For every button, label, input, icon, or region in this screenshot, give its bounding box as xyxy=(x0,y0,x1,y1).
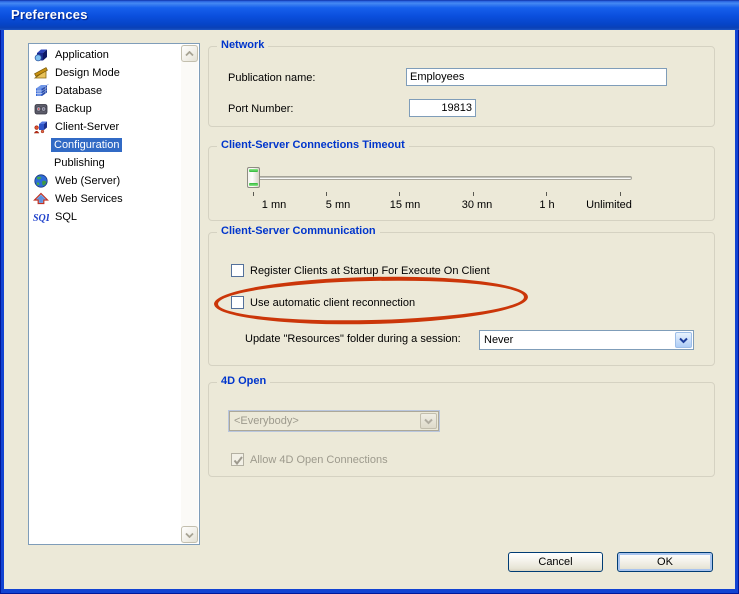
network-group: Network Publication name: Port Number: xyxy=(208,46,715,127)
chevron-down-icon xyxy=(679,337,688,344)
tree-item-web-services[interactable]: Web Services xyxy=(29,190,181,208)
tree-item-client-server[interactable]: Client-Server xyxy=(29,118,181,136)
chevron-up-icon xyxy=(185,51,194,57)
everybody-select-value: <Everybody> xyxy=(230,415,419,427)
tree-item-publishing[interactable]: Publishing xyxy=(29,154,181,172)
tick-label-1h: 1 h xyxy=(539,199,554,211)
4d-open-group: 4D Open <Everybody> Allow 4D Open Connec… xyxy=(208,382,715,477)
tree-label: Application xyxy=(52,48,112,62)
titlebar[interactable]: Preferences xyxy=(0,0,739,30)
allow-4d-open-checkbox xyxy=(231,453,244,466)
tick-label-30mn: 30 mn xyxy=(462,199,493,211)
slider-tick xyxy=(253,192,254,196)
allow-4d-open-label: Allow 4D Open Connections xyxy=(250,454,388,466)
tree-item-application[interactable]: Application xyxy=(29,46,181,64)
ok-button-label: OK xyxy=(657,556,673,568)
communication-group: Client-Server Communication Register Cli… xyxy=(208,232,715,366)
cancel-button-label: Cancel xyxy=(538,556,572,568)
tick-label-1mn: 1 mn xyxy=(262,199,286,211)
auto-reconnect-checkbox[interactable] xyxy=(231,296,244,309)
dropdown-arrow-button[interactable] xyxy=(675,332,692,348)
tree-label: Design Mode xyxy=(52,66,123,80)
database-icon xyxy=(33,83,49,99)
network-group-title: Network xyxy=(217,39,268,51)
chevron-down-icon xyxy=(185,532,194,538)
timeout-group: Client-Server Connections Timeout 1 mn 5… xyxy=(208,146,715,221)
tree-scrollbar[interactable] xyxy=(181,45,198,543)
web-services-icon xyxy=(33,191,49,207)
resources-folder-label: Update "Resources" folder during a sessi… xyxy=(245,333,461,345)
dialog-body: Application Design Mode xyxy=(4,30,735,589)
tree-label: Database xyxy=(52,84,105,98)
tree-item-web-server[interactable]: Web (Server) xyxy=(29,172,181,190)
slider-tick xyxy=(620,192,621,196)
4d-open-group-title: 4D Open xyxy=(217,375,270,387)
resources-folder-value: Never xyxy=(480,334,674,346)
tree-label: Client-Server xyxy=(52,120,122,134)
publication-name-label: Publication name: xyxy=(228,72,315,84)
svg-text:SQL: SQL xyxy=(33,213,49,224)
web-server-icon xyxy=(33,173,49,189)
scroll-up-button[interactable] xyxy=(181,45,198,62)
timeout-group-title: Client-Server Connections Timeout xyxy=(217,139,409,151)
tick-label-unlimited: Unlimited xyxy=(586,199,632,211)
slider-tick xyxy=(473,192,474,196)
register-clients-checkbox[interactable] xyxy=(231,264,244,277)
slider-tick xyxy=(326,192,327,196)
communication-group-title: Client-Server Communication xyxy=(217,225,380,237)
port-number-label: Port Number: xyxy=(228,103,293,115)
tree-item-configuration[interactable]: Configuration xyxy=(29,136,181,154)
tree-item-sql[interactable]: SQL SQL xyxy=(29,208,181,226)
timeout-slider-thumb[interactable] xyxy=(247,167,260,188)
tick-label-15mn: 15 mn xyxy=(390,199,421,211)
preferences-dialog: Preferences Application xyxy=(0,0,739,594)
tree-items: Application Design Mode xyxy=(29,46,181,226)
tree-item-database[interactable]: Database xyxy=(29,82,181,100)
tree-item-design-mode[interactable]: Design Mode xyxy=(29,64,181,82)
ok-button[interactable]: OK xyxy=(617,552,713,572)
register-clients-label: Register Clients at Startup For Execute … xyxy=(250,265,490,277)
chevron-down-icon xyxy=(424,418,433,425)
preferences-tree: Application Design Mode xyxy=(28,43,200,545)
everybody-select: <Everybody> xyxy=(229,411,439,431)
slider-tick xyxy=(399,192,400,196)
tree-label: Publishing xyxy=(51,156,108,170)
publication-name-input[interactable] xyxy=(406,68,667,86)
tree-label: Web Services xyxy=(52,192,126,206)
tree-label: SQL xyxy=(52,210,80,224)
tick-label-5mn: 5 mn xyxy=(326,199,350,211)
auto-reconnect-label: Use automatic client reconnection xyxy=(250,297,415,309)
client-server-icon xyxy=(33,119,49,135)
port-number-input[interactable] xyxy=(409,99,476,117)
resources-folder-select[interactable]: Never xyxy=(479,330,694,350)
backup-icon xyxy=(33,101,49,117)
tree-label-selected: Configuration xyxy=(51,138,122,152)
scroll-down-button[interactable] xyxy=(181,526,198,543)
tree-label: Web (Server) xyxy=(52,174,123,188)
timeout-slider[interactable] xyxy=(249,176,632,180)
sql-icon: SQL xyxy=(33,209,49,225)
dropdown-arrow-button-disabled xyxy=(420,413,437,429)
tree-item-backup[interactable]: Backup xyxy=(29,100,181,118)
slider-tick xyxy=(546,192,547,196)
design-mode-icon xyxy=(33,65,49,81)
tree-label: Backup xyxy=(52,102,95,116)
cancel-button[interactable]: Cancel xyxy=(508,552,603,572)
window-title: Preferences xyxy=(11,7,88,22)
check-icon xyxy=(232,454,245,467)
application-icon xyxy=(33,47,49,63)
